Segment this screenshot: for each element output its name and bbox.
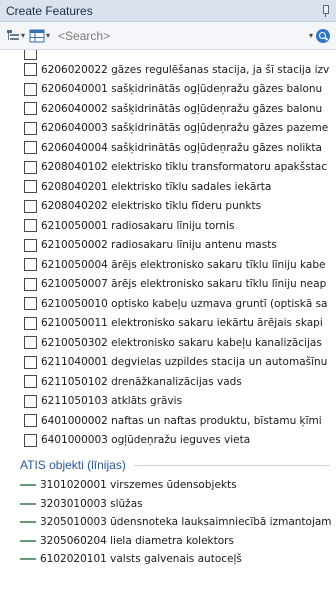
chevron-down-icon: ▾ bbox=[21, 31, 26, 40]
template-label: 6206020022 gāzes regulēšanas stacija, ja… bbox=[41, 63, 330, 76]
polygon-symbol-icon bbox=[24, 63, 37, 77]
polygon-symbol-icon bbox=[24, 219, 37, 233]
template-label: 6208040202 elektrisko tīklu fīderu punkt… bbox=[41, 200, 262, 213]
polygon-symbol-icon bbox=[24, 375, 37, 389]
template-label: 6206040002 sašķidrinātās ogļūdeņražu gāz… bbox=[41, 102, 323, 115]
template-label: 6401000003 ogļūdeņražu ieguves vieta bbox=[41, 434, 251, 447]
search-input[interactable] bbox=[56, 26, 308, 45]
template-label: 3205010003 ūdensnoteka lauksaimniecībā i… bbox=[40, 516, 332, 529]
template-label: 6102020101 valsts galvenais autoceļš bbox=[40, 553, 242, 566]
template-item[interactable]: 6206040002 sašķidrinātās ogļūdeņražu gāz… bbox=[0, 99, 336, 119]
template-list[interactable]: 6206020022 gāzes regulēšanas stacija, ja… bbox=[0, 50, 336, 591]
group-header-label: ATIS objekti (līnijas) bbox=[20, 458, 126, 472]
template-item[interactable]: 6210050011 elektronisko sakaru iekārtu ā… bbox=[0, 314, 336, 334]
chevron-down-icon: ▾ bbox=[308, 31, 313, 40]
polygon-symbol-icon bbox=[24, 121, 37, 135]
template-label: 3101020001 virszemes ūdensobjekts bbox=[40, 479, 237, 492]
template-label: 6210050001 radiosakaru līniju tornis bbox=[41, 219, 235, 232]
template-label: 6211050103 atklāts grāvis bbox=[41, 395, 183, 408]
template-label: 6210050010 optisko kabeļu uzmava gruntī … bbox=[41, 297, 328, 310]
template-item[interactable]: 6206020022 gāzes regulēšanas stacija, ja… bbox=[0, 60, 336, 80]
template-item[interactable]: 3205010003 ūdensnoteka lauksaimniecībā i… bbox=[0, 513, 336, 532]
template-label: 6206040004 sašķidrinātās ogļūdeņražu gāz… bbox=[41, 141, 322, 154]
template-item[interactable]: 6210050004 ārējs elektronisko sakaru tīk… bbox=[0, 255, 336, 275]
polygon-symbol-icon bbox=[24, 258, 37, 272]
template-label: 6210050004 ārējs elektronisko sakaru tīk… bbox=[41, 258, 326, 271]
search-icon bbox=[316, 28, 330, 43]
template-item[interactable]: 3205060204 liela diametra kolektors bbox=[0, 532, 336, 551]
polygon-symbol-icon bbox=[24, 414, 37, 428]
template-label: 6208040102 elektrisko tīklu transformato… bbox=[41, 161, 328, 174]
template-item[interactable]: 6210050001 radiosakaru līniju tornis bbox=[0, 216, 336, 236]
template-item[interactable]: 6210050010 optisko kabeļu uzmava gruntī … bbox=[0, 294, 336, 314]
table-view-icon bbox=[29, 29, 45, 42]
line-symbol-icon bbox=[20, 502, 36, 505]
polygon-symbol-icon bbox=[24, 336, 37, 350]
polygon-symbol-icon bbox=[24, 199, 37, 213]
template-item[interactable]: 6210050007 ārējs elektronisko sakaru tīk… bbox=[0, 275, 336, 295]
polygon-symbol-icon bbox=[24, 238, 37, 252]
polygon-symbol-icon bbox=[24, 433, 37, 447]
chevron-down-icon: ▾ bbox=[46, 31, 51, 40]
template-label: 6401000002 naftas un naftas produktu, bī… bbox=[41, 414, 322, 427]
template-item[interactable]: 6208040202 elektrisko tīklu fīderu punkt… bbox=[0, 197, 336, 217]
group-divider bbox=[133, 464, 330, 466]
template-label: 6206040003 sašķidrinātās ogļūdeņražu gāz… bbox=[41, 122, 329, 135]
polygon-symbol-icon bbox=[24, 160, 37, 174]
template-label: 6208040201 elektrisko tīklu sadales iekā… bbox=[41, 180, 272, 193]
template-label: 6210050002 radiosakaru līniju antenu mas… bbox=[41, 239, 277, 252]
template-label: 6210050011 elektronisko sakaru iekārtu ā… bbox=[41, 317, 323, 330]
list-item-partial bbox=[0, 50, 336, 60]
template-label: 6210050302 elektronisko sakaru kabeļu ka… bbox=[41, 336, 322, 349]
line-symbol-icon bbox=[20, 484, 36, 487]
organize-templates-button[interactable]: ▾ bbox=[4, 26, 27, 46]
template-label: 3205060204 liela diametra kolektors bbox=[40, 534, 234, 547]
create-features-panel: Create Features ▾ ▾ ▾ bbox=[0, 0, 336, 591]
line-symbol-icon bbox=[20, 558, 36, 561]
template-item[interactable]: 6206040001 sašķidrinātās ogļūdeņražu gāz… bbox=[0, 80, 336, 100]
polygon-symbol-icon bbox=[24, 355, 37, 369]
polygon-symbol-icon bbox=[24, 394, 37, 408]
pin-icon[interactable] bbox=[320, 4, 330, 17]
template-label: 6206040001 sašķidrinātās ogļūdeņražu gāz… bbox=[41, 83, 323, 96]
template-item[interactable]: 3101020001 virszemes ūdensobjekts bbox=[0, 476, 336, 495]
template-item[interactable]: 6210050002 radiosakaru līniju antenu mas… bbox=[0, 236, 336, 256]
template-item[interactable]: 3203010003 slūžas bbox=[0, 495, 336, 514]
polygon-symbol-icon bbox=[24, 82, 37, 96]
template-label: 6211040001 degvielas uzpildes stacija un… bbox=[41, 356, 328, 369]
template-item[interactable]: 6211050102 drenāžkanalizācijas vads bbox=[0, 372, 336, 392]
template-item[interactable]: 6401000003 ogļūdeņražu ieguves vieta bbox=[0, 431, 336, 451]
polygon-symbol-icon bbox=[24, 141, 37, 155]
polygon-symbol-icon bbox=[24, 316, 37, 330]
template-item[interactable]: 6211050103 atklāts grāvis bbox=[0, 392, 336, 412]
line-symbol-icon bbox=[20, 539, 36, 542]
panel-titlebar: Create Features bbox=[0, 0, 336, 22]
template-item[interactable]: 6401000002 naftas un naftas produktu, bī… bbox=[0, 411, 336, 431]
template-item[interactable]: 6102020101 valsts galvenais autoceļš bbox=[0, 550, 336, 569]
polygon-symbol-icon bbox=[24, 277, 37, 291]
search-button[interactable]: ▾ bbox=[308, 28, 332, 43]
template-label: 3203010003 slūžas bbox=[40, 497, 143, 510]
line-symbol-icon bbox=[20, 521, 36, 524]
template-item[interactable]: 6206040004 sašķidrinātās ogļūdeņražu gāz… bbox=[0, 138, 336, 158]
template-item[interactable]: 6211040001 degvielas uzpildes stacija un… bbox=[0, 353, 336, 373]
polygon-symbol-icon bbox=[24, 297, 37, 311]
polygon-symbol-icon bbox=[24, 102, 37, 116]
template-search: ▾ bbox=[56, 26, 332, 46]
polygon-symbol-icon bbox=[24, 50, 37, 60]
panel-title: Create Features bbox=[6, 3, 93, 18]
template-label: 6210050007 ārējs elektronisko sakaru tīk… bbox=[41, 278, 327, 291]
template-group-header[interactable]: ATIS objekti (līnijas) bbox=[0, 454, 336, 476]
organize-templates-icon bbox=[7, 29, 19, 40]
polygon-symbol-icon bbox=[24, 180, 37, 194]
view-templates-button[interactable]: ▾ bbox=[27, 26, 52, 46]
template-item[interactable]: 6208040102 elektrisko tīklu transformato… bbox=[0, 158, 336, 178]
panel-toolbar: ▾ ▾ ▾ bbox=[0, 22, 336, 50]
template-item[interactable]: 6210050302 elektronisko sakaru kabeļu ka… bbox=[0, 333, 336, 353]
template-item[interactable]: 6208040201 elektrisko tīklu sadales iekā… bbox=[0, 177, 336, 197]
template-label: 6211050102 drenāžkanalizācijas vads bbox=[41, 375, 242, 388]
template-item[interactable]: 6206040003 sašķidrinātās ogļūdeņražu gāz… bbox=[0, 119, 336, 139]
